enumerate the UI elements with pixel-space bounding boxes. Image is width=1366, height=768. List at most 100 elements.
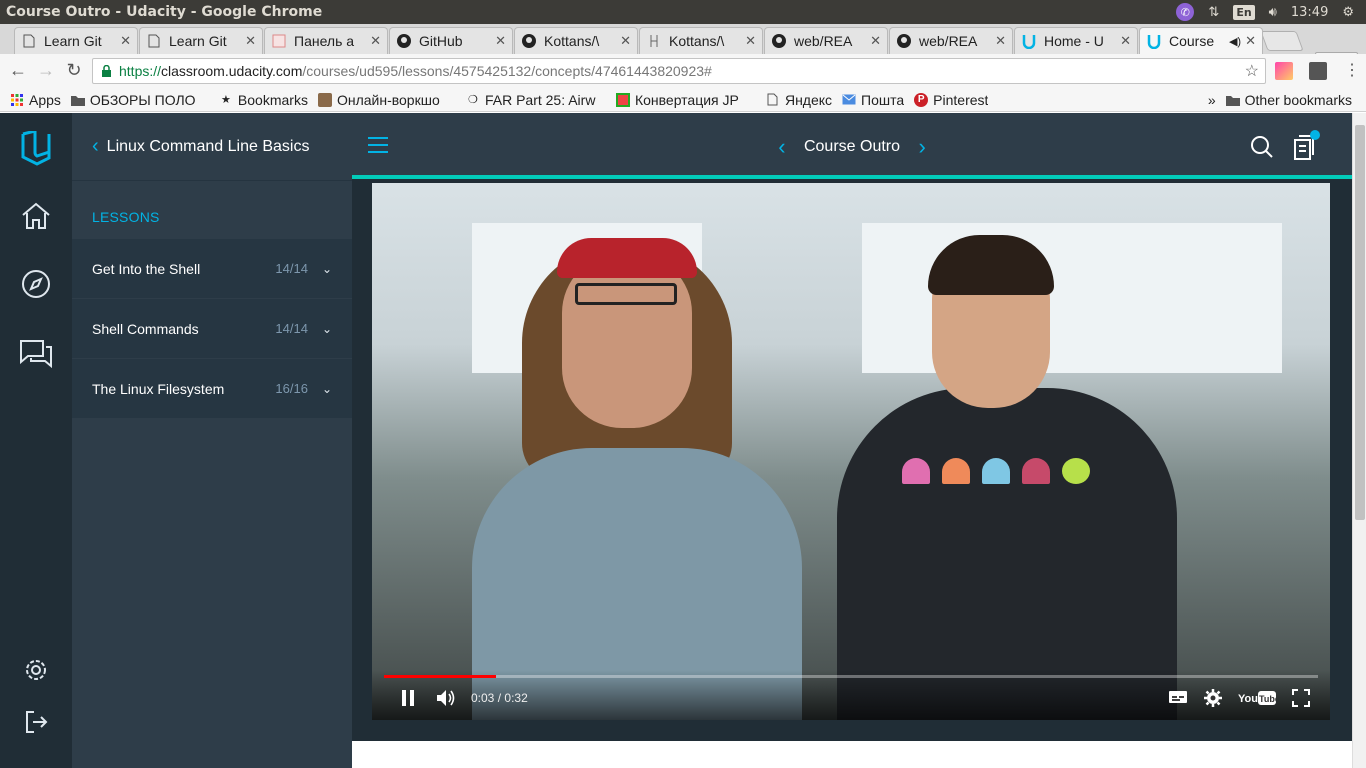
time-display: 0:03 / 0:32 [471,691,528,705]
lesson-item[interactable]: Shell Commands 14/14 ⌄ [72,299,352,359]
viber-icon[interactable]: ✆ [1176,3,1195,21]
close-icon[interactable]: ✕ [120,33,131,49]
bookmark-convert[interactable]: Конвертация JP [615,92,756,108]
bookmark-apps[interactable]: Apps [10,92,61,108]
bookmark-far[interactable]: ❍ FAR Part 25: Airw [466,92,606,108]
chrome-menu-icon[interactable]: ⋮ [1344,62,1360,80]
close-icon[interactable]: ✕ [620,33,631,49]
next-concept-chevron-icon[interactable]: › [918,134,925,159]
lesson-item[interactable]: The Linux Filesystem 16/16 ⌄ [72,359,352,419]
settings-gear-icon[interactable] [18,652,54,688]
youtube-logo-icon[interactable]: YouTube [1238,689,1280,707]
back-arrow-icon[interactable]: ← [4,60,32,81]
close-icon[interactable]: ✕ [370,33,381,49]
duration: 0:32 [504,691,528,705]
reload-icon[interactable]: ↻ [60,60,88,81]
page-scrollbar[interactable] [1352,113,1366,768]
close-icon[interactable]: ✕ [745,33,756,49]
browser-tab[interactable]: Панель а ✕ [264,27,388,54]
browser-tab[interactable]: web/REA ✕ [764,27,888,54]
other-bookmarks[interactable]: Other bookmarks [1225,92,1352,108]
browser-tab[interactable]: Learn Git ✕ [14,27,138,54]
os-title-bar: Course Outro - Udacity - Google Chrome ✆… [0,0,1366,24]
folder-icon [70,93,85,107]
github-icon [521,33,537,49]
bookmarks-overflow-chevron[interactable]: » [1208,92,1216,108]
browser-tab[interactable]: Kottans/\ ✕ [514,27,638,54]
settings-gear-icon[interactable] [1204,689,1224,707]
progress-bar[interactable] [384,675,1318,678]
fork-icon [646,33,662,49]
close-icon[interactable]: ✕ [995,33,1006,49]
previous-concept-chevron-icon[interactable]: ‹ [778,134,785,159]
url-scheme: https:// [119,63,162,79]
network-transfer-icon[interactable]: ⇅ [1208,5,1219,20]
concept-title: Course Outro [803,138,901,156]
pinterest-icon: P [914,92,929,107]
bookmark-online-workshop[interactable]: Онлайн-воркшо [317,91,456,108]
bookmark-label: FAR Part 25: Airw [484,91,596,108]
compass-icon[interactable] [18,266,54,302]
course-back-link[interactable]: ‹ Linux Command Line Basics [72,113,352,181]
keyboard-layout-indicator[interactable]: En [1233,4,1255,20]
clock[interactable]: 13:49 [1291,5,1328,20]
browser-tab[interactable]: Kottans/\ ✕ [639,27,763,54]
lesson-name: The Linux Filesystem [92,380,225,397]
volume-icon[interactable] [436,689,456,707]
glasses [575,283,677,305]
lesson-item[interactable]: Get Into the Shell 14/14 ⌄ [72,239,352,299]
bookmark-label: Онлайн-воркшо [336,91,440,108]
bookmark-folder[interactable]: ОБЗОРЫ ПОЛО [70,92,209,108]
bookmark-yandex[interactable]: Яндекс [766,92,832,108]
browser-tab-active[interactable]: Course ◀︎) ✕ [1139,27,1263,54]
close-icon[interactable]: ✕ [1245,33,1256,49]
mail-icon [842,93,856,107]
logout-icon[interactable] [18,704,54,740]
chat-icon[interactable] [18,335,54,371]
lesson-name: Get Into the Shell [92,260,201,277]
chevron-down-icon[interactable]: ⌄ [322,382,332,396]
extension-icon[interactable] [1275,62,1293,80]
extension-shield-icon[interactable] [1309,62,1327,80]
browser-tab[interactable]: GitHub ✕ [389,27,513,54]
udacity-icon [1146,33,1162,49]
volume-icon[interactable]: 🔊︎ [1269,5,1277,20]
new-tab-button[interactable] [1260,31,1304,51]
udacity-logo-icon[interactable] [18,131,54,167]
lock-icon[interactable] [101,64,113,77]
lessons-panel: ‹ Linux Command Line Basics LESSONS Get … [72,113,352,768]
chevron-down-icon[interactable]: ⌄ [322,262,332,276]
search-icon[interactable] [1250,135,1274,159]
audio-playing-icon[interactable]: ◀︎) [1229,35,1241,48]
video-player[interactable]: 0:03 / 0:32 YouTube [372,183,1330,720]
captions-icon[interactable] [1168,689,1188,707]
tab-label: web/REA [794,33,853,49]
browser-tab[interactable]: Home - U ✕ [1014,27,1138,54]
address-bar[interactable]: https://classroom.udacity.com/courses/ud… [92,58,1266,84]
scrollbar-thumb[interactable] [1355,125,1365,520]
chevron-down-icon[interactable]: ⌄ [322,322,332,336]
close-icon[interactable]: ✕ [870,33,881,49]
settings-gear-icon[interactable]: ⚙ [1342,5,1354,20]
bookmark-star-icon[interactable]: ☆ [1245,61,1259,81]
bookmark-pinterest[interactable]: P Pinterest [914,92,988,108]
avatar-icon [317,92,332,107]
pause-icon[interactable] [400,689,420,707]
fullscreen-icon[interactable] [1292,689,1312,707]
close-icon[interactable]: ✕ [245,33,256,49]
star-icon: ★ [220,94,231,106]
close-icon[interactable]: ✕ [1120,33,1131,49]
close-icon[interactable]: ✕ [495,33,506,49]
current-time: 0:03 [471,691,495,705]
forward-arrow-icon[interactable]: → [32,60,60,81]
browser-tab[interactable]: Learn Git ✕ [139,27,263,54]
browser-tab[interactable]: web/REA ✕ [889,27,1013,54]
lesson-progress: 14/14 [275,321,308,336]
home-icon[interactable] [18,198,54,234]
svg-text:Tube: Tube [1259,694,1276,704]
bookmark-label: Pinterest [933,91,989,108]
tab-label: Learn Git [169,33,227,49]
document-icon [146,33,162,49]
bookmark-mail[interactable]: Пошта [842,92,904,108]
bookmark-bookmarks[interactable]: ★ Bookmarks [219,92,308,108]
